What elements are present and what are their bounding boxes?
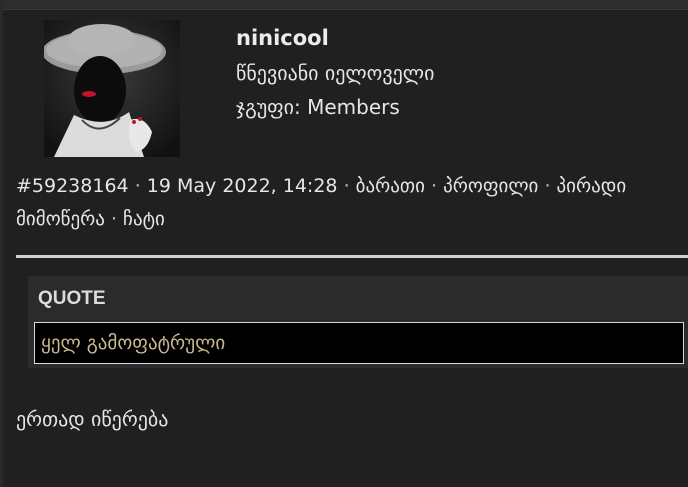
card-link[interactable]: ბარათი: [356, 175, 425, 197]
separator: ·: [343, 175, 350, 197]
separator: ·: [134, 175, 141, 197]
top-bar: [0, 0, 688, 10]
user-group: ჯგუფი: Members: [236, 95, 400, 119]
correspondence-link[interactable]: მიმოწერა: [16, 208, 105, 230]
user-rank: წნევიანი იელოველი: [236, 61, 435, 85]
quote-box: ყელ გამოფატრული: [34, 322, 684, 364]
post-date: 19 May 2022, 14:28: [146, 175, 338, 197]
chat-link[interactable]: ჩატი: [123, 208, 165, 230]
post-id-link[interactable]: #59238164: [16, 175, 129, 197]
username[interactable]: ninicool: [236, 26, 329, 50]
avatar[interactable]: [44, 20, 180, 157]
left-rail: [0, 0, 3, 487]
post-body: ერთად იწერება: [16, 407, 169, 431]
quote-text: ყელ გამოფატრული: [41, 332, 226, 354]
avatar-image: [44, 20, 180, 157]
separator: ·: [544, 175, 551, 197]
divider: [16, 255, 688, 258]
post-meta-line-1: #59238164 · 19 May 2022, 14:28 · ბარათი …: [16, 175, 626, 197]
separator: ·: [110, 208, 117, 230]
separator: ·: [431, 175, 438, 197]
quote-block: QUOTE ყელ გამოფატრული: [28, 276, 688, 368]
post-meta-line-2: მიმოწერა · ჩატი: [16, 208, 165, 230]
profile-link[interactable]: პროფილი: [443, 175, 538, 197]
private-link[interactable]: პირადი: [557, 175, 627, 197]
quote-title: QUOTE: [38, 288, 106, 309]
